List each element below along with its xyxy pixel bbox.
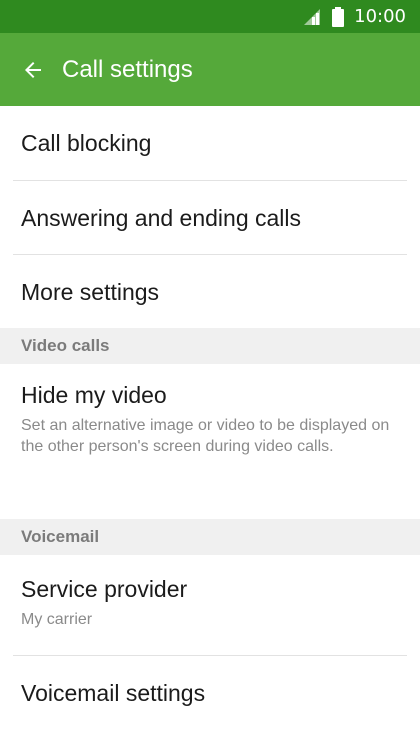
setting-answering-ending-calls[interactable]: Answering and ending calls: [0, 181, 420, 254]
section-header-voicemail: Voicemail: [0, 519, 420, 555]
setting-more-settings[interactable]: More settings: [0, 255, 420, 328]
setting-label: Service provider: [21, 576, 188, 602]
setting-summary: Set an alternative image or video to be …: [21, 417, 390, 455]
back-button[interactable]: [0, 33, 62, 106]
section-header-video-calls: Video calls: [0, 328, 420, 364]
setting-service-provider[interactable]: Service provider My carrier: [0, 555, 420, 655]
battery-icon: [332, 6, 345, 27]
setting-label: Hide my video: [21, 382, 167, 408]
app-bar: Call settings: [0, 33, 420, 106]
page-title: Call settings: [62, 55, 193, 83]
status-bar: 10:00: [0, 0, 420, 33]
arrow-back-icon: [25, 61, 41, 78]
setting-voicemail-settings[interactable]: Voicemail settings: [0, 656, 420, 731]
settings-list: Call blocking Answering and ending calls…: [0, 106, 420, 731]
setting-label: Voicemail settings: [21, 680, 206, 706]
setting-hide-my-video[interactable]: Hide my video Set an alternative image o…: [0, 364, 420, 519]
setting-label: Answering and ending calls: [21, 205, 302, 231]
setting-label: More settings: [21, 279, 160, 305]
setting-label: Call blocking: [21, 130, 152, 156]
setting-summary: My carrier: [21, 611, 93, 628]
status-time: 10:00: [354, 6, 406, 27]
signal-icon: [304, 8, 321, 25]
setting-call-blocking[interactable]: Call blocking: [0, 106, 420, 180]
